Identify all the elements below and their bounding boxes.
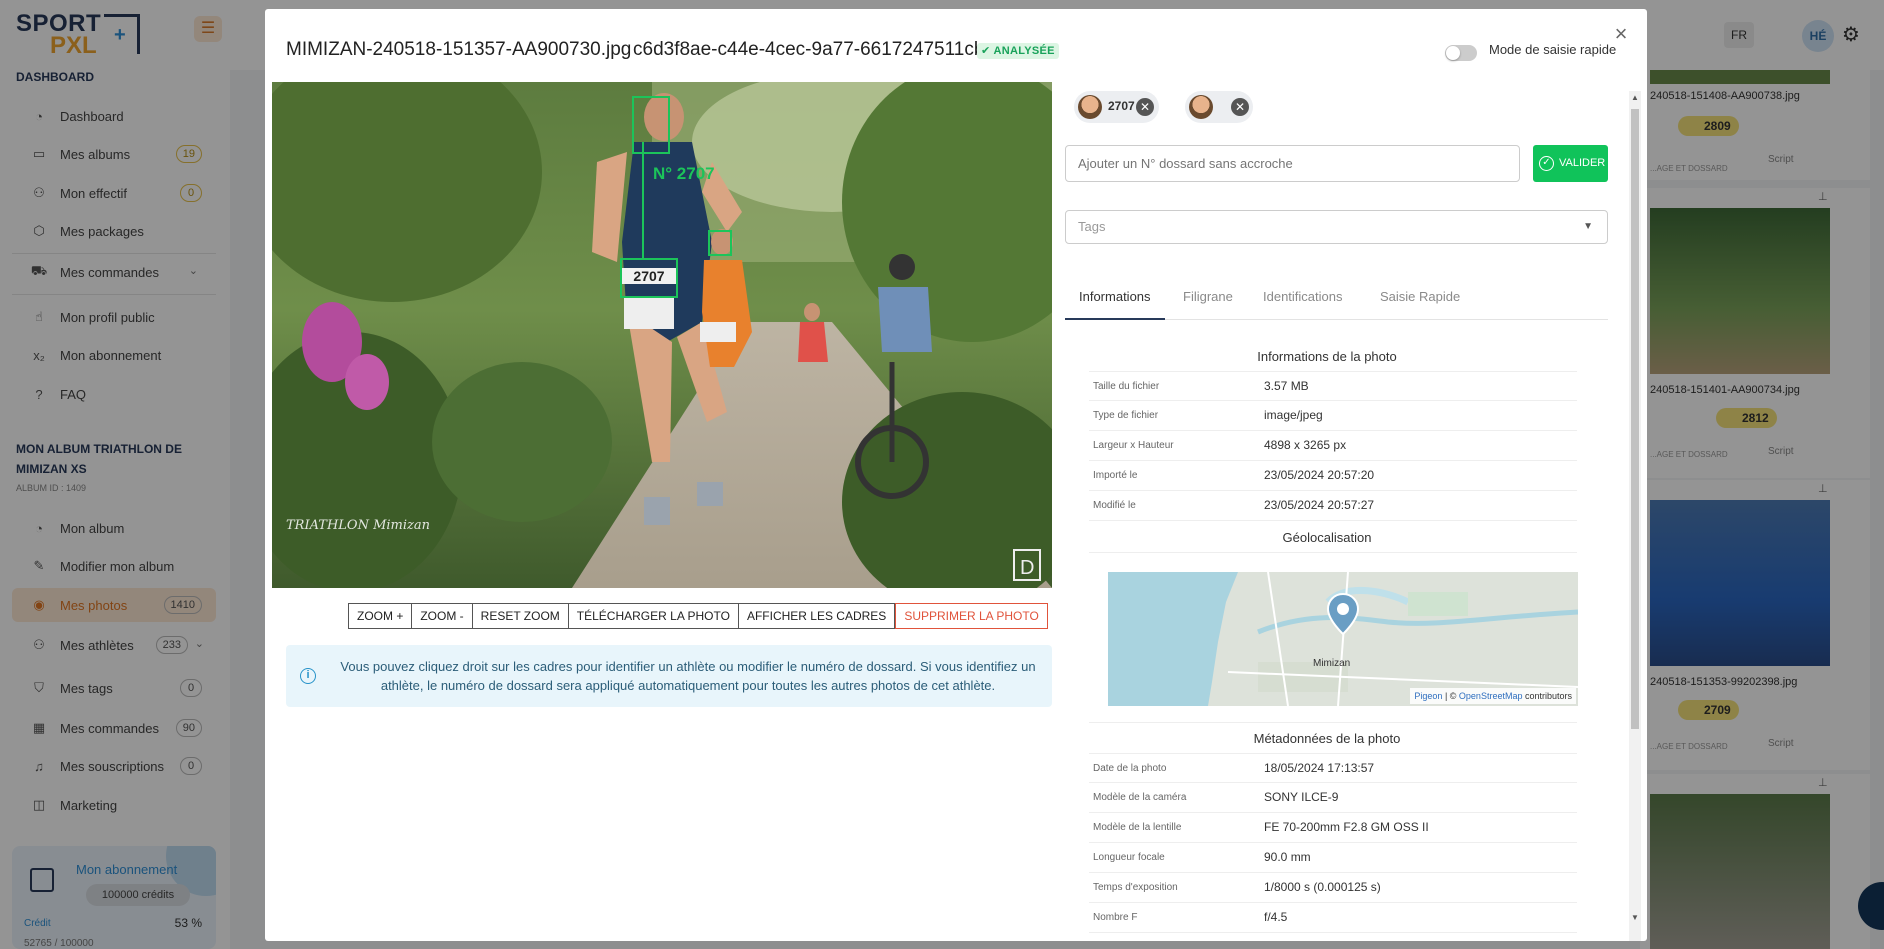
meta-divider [1089, 709, 1577, 723]
tags-select[interactable]: Tags ▼ [1065, 210, 1608, 244]
caret-down-icon: ▼ [1583, 221, 1593, 232]
check-circle-icon: ✓ [1539, 156, 1554, 171]
info-value: image/jpeg [1264, 408, 1323, 422]
close-icon[interactable]: × [1610, 23, 1632, 45]
info-row: Modèle de la lentille FE 70-200mm F2.8 GM… [1089, 813, 1577, 843]
show-frames-button[interactable]: AFFICHER LES CADRES [738, 604, 896, 628]
validate-button[interactable]: ✓ VALIDER [1533, 145, 1608, 182]
attribution-separator: | © [1442, 691, 1459, 701]
info-row: Modèle de la caméra SONY ILCE-9 [1089, 783, 1577, 813]
openstreetmap-link[interactable]: OpenStreetMap [1459, 691, 1523, 701]
delete-photo-button[interactable]: SUPPRIMER LA PHOTO [895, 603, 1048, 629]
photo-filename: MIMIZAN-240518-151357-AA900730.jpg [286, 39, 632, 60]
svg-text:D: D [1020, 557, 1034, 579]
info-value: 18/05/2024 17:13:57 [1264, 761, 1375, 775]
info-value: f/4.5 [1264, 910, 1288, 924]
photo-toolbar: ZOOM + ZOOM - RESET ZOOM TÉLÉCHARGER LA … [348, 603, 1048, 629]
info-row: Taille du fichier 3.57 MB [1089, 371, 1577, 401]
info-value: 90.0 mm [1264, 850, 1311, 864]
info-row: Nombre F f/4.5 [1089, 903, 1577, 933]
tab-saisie-rapide[interactable]: Saisie Rapide [1366, 279, 1474, 320]
scroll-down-icon[interactable]: ▼ [1631, 913, 1639, 922]
zoom-out-button[interactable]: ZOOM - [412, 604, 473, 628]
tab-filigrane[interactable]: Filigrane [1169, 279, 1247, 320]
info-key: Date de la photo [1093, 763, 1167, 774]
info-key: Modèle de la lentille [1093, 822, 1182, 833]
download-photo-button[interactable]: TÉLÉCHARGER LA PHOTO [568, 604, 739, 628]
close-icon[interactable]: ✕ [1136, 98, 1154, 116]
face-frame[interactable] [632, 96, 670, 154]
validate-button-label: VALIDER [1559, 157, 1606, 169]
athlete-avatar [1078, 95, 1102, 119]
info-value: 23/05/2024 20:57:20 [1264, 468, 1375, 482]
info-key: Modèle de la caméra [1093, 792, 1187, 803]
scrollbar-thumb[interactable] [1631, 109, 1639, 729]
pigeon-link[interactable]: Pigeon [1414, 691, 1442, 701]
reset-zoom-button[interactable]: RESET ZOOM [472, 604, 569, 628]
info-row: Type de fichier image/jpeg [1089, 401, 1577, 431]
info-row: Temps d'exposition 1/8000 s (0.000125 s) [1089, 873, 1577, 903]
info-value: 3.57 MB [1264, 379, 1309, 393]
info-row: Date de la photo 18/05/2024 17:13:57 [1089, 753, 1577, 783]
panel-scrollbar[interactable]: ▲ ▼ [1629, 91, 1641, 941]
photo-uuid: c6d3f8ae-c44e-4cec-9a77-6617247511cb [633, 39, 985, 60]
info-value: 1/8000 s (0.000125 s) [1264, 880, 1381, 894]
athlete-chip[interactable]: ✕ [1185, 91, 1253, 123]
panel-tabs: Informations Filigrane Identifications S… [1065, 279, 1608, 320]
info-key: Largeur x Hauteur [1093, 440, 1174, 451]
info-text: Vous pouvez cliquez droit sur les cadres… [340, 659, 1036, 693]
info-row: Longueur focale 90.0 mm [1089, 843, 1577, 873]
status-badge: ✔ ANALYSÉE [977, 43, 1059, 59]
tab-identifications[interactable]: Identifications [1249, 279, 1357, 320]
info-key: Taille du fichier [1093, 381, 1160, 392]
info-value: FE 70-200mm F2.8 GM OSS II [1264, 820, 1429, 834]
dossard-input[interactable] [1065, 145, 1520, 182]
status-badge-label: ANALYSÉE [993, 45, 1055, 57]
meta-title: Métadonnées de la photo [1253, 731, 1401, 746]
face-frame[interactable] [708, 230, 732, 256]
info-row: Importé le 23/05/2024 20:57:20 [1089, 461, 1577, 491]
info-value: SONY ILCE-9 [1264, 790, 1339, 804]
athlete-chip-number: 2707 [1108, 99, 1135, 113]
quick-mode-label: Mode de saisie rapide [1489, 42, 1617, 57]
map-place-label: Mimizan [1313, 658, 1351, 669]
check-icon: ✔ [981, 45, 994, 57]
photo-viewer[interactable]: D 2707 N° 2707 TRIATHLON Mimizan [272, 82, 1052, 588]
athlete-chip[interactable]: 2707 ✕ [1074, 91, 1159, 123]
info-key: Temps d'exposition [1093, 882, 1178, 893]
face-bib-label: N° 2707 [653, 164, 715, 183]
info-key: Nombre F [1093, 912, 1138, 923]
bib-number: 2707 [622, 268, 676, 284]
tab-informations[interactable]: Informations [1065, 279, 1165, 320]
info-value: 4898 x 3265 px [1264, 438, 1347, 452]
quick-mode-toggle[interactable] [1445, 45, 1477, 61]
info-scroll-panel[interactable]: Informations de la photo Taille du fichi… [1071, 327, 1619, 941]
photo-watermark: TRIATHLON Mimizan [286, 518, 431, 533]
bib-frame[interactable]: 2707 [620, 258, 678, 298]
frame-link-line [642, 142, 644, 258]
info-row: Modifié le 23/05/2024 20:57:27 [1089, 491, 1577, 521]
info-row: Largeur x Hauteur 4898 x 3265 px [1089, 431, 1577, 461]
info-alert: i Vous pouvez cliquez droit sur les cadr… [286, 645, 1052, 707]
zoom-in-button[interactable]: ZOOM + [349, 604, 413, 628]
photo-info-title: Informations de la photo [1257, 349, 1397, 364]
info-key: Longueur focale [1093, 852, 1165, 863]
geo-divider [1089, 523, 1577, 553]
info-value: 23/05/2024 20:57:27 [1264, 498, 1375, 512]
map-pin-icon[interactable] [1326, 592, 1360, 636]
geolocation-map[interactable]: Mimizan Pigeon | © OpenStreetMap contrib… [1108, 572, 1578, 706]
photo-detail-modal: MIMIZAN-240518-151357-AA900730.jpg c6d3f… [265, 9, 1647, 941]
athlete-avatar [1189, 95, 1213, 119]
info-icon: i [300, 668, 316, 684]
map-attribution: Pigeon | © OpenStreetMap contributors [1410, 688, 1576, 704]
scroll-up-icon[interactable]: ▲ [1631, 93, 1639, 102]
toggle-knob [1446, 46, 1460, 60]
close-icon[interactable]: ✕ [1231, 98, 1249, 116]
info-key: Importé le [1093, 470, 1138, 481]
tags-placeholder: Tags [1078, 219, 1106, 234]
attribution-suffix: contributors [1522, 691, 1572, 701]
photo-image: D [272, 82, 1052, 588]
info-key: Type de fichier [1093, 410, 1159, 421]
info-key: Modifié le [1093, 500, 1136, 511]
